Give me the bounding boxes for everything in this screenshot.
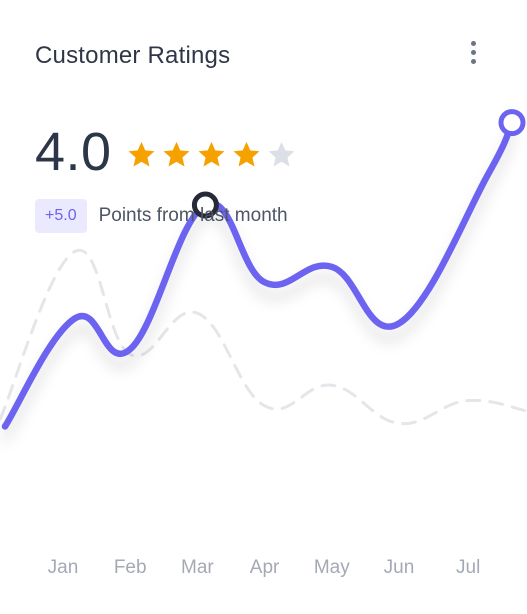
rating-summary: 4.0 bbox=[35, 122, 297, 182]
previous-period-line bbox=[0, 248, 527, 425]
star-filled-icon bbox=[198, 141, 224, 167]
change-caption: Points from last month bbox=[98, 205, 288, 226]
rating-value: 4.0 bbox=[35, 122, 112, 182]
star-filled-icon bbox=[128, 141, 154, 167]
x-tick-label: Jul bbox=[456, 557, 480, 578]
x-tick-label: Apr bbox=[250, 557, 280, 578]
change-badge: +5.0 bbox=[35, 199, 87, 233]
x-tick-label: Jun bbox=[384, 557, 415, 578]
star-filled-icon bbox=[163, 141, 189, 167]
latest-point[interactable] bbox=[498, 109, 526, 137]
ratings-line-chart: Jan Feb Mar Apr May Jun Jul bbox=[0, 109, 527, 578]
customer-ratings-card: Jan Feb Mar Apr May Jun Jul Customer Ratings 4… bbox=[0, 0, 527, 614]
x-tick-label: Feb bbox=[114, 557, 147, 578]
rating-change: +5.0 Points from last month bbox=[35, 199, 288, 233]
card-title: Customer Ratings bbox=[35, 42, 231, 69]
x-tick-label: Mar bbox=[181, 557, 214, 578]
x-tick-label: May bbox=[314, 557, 350, 578]
star-rating bbox=[126, 139, 297, 170]
more-vertical-icon[interactable] bbox=[466, 40, 482, 66]
star-filled-icon bbox=[233, 141, 259, 167]
x-tick-label: Jan bbox=[48, 557, 79, 578]
star-empty-icon bbox=[268, 141, 294, 167]
